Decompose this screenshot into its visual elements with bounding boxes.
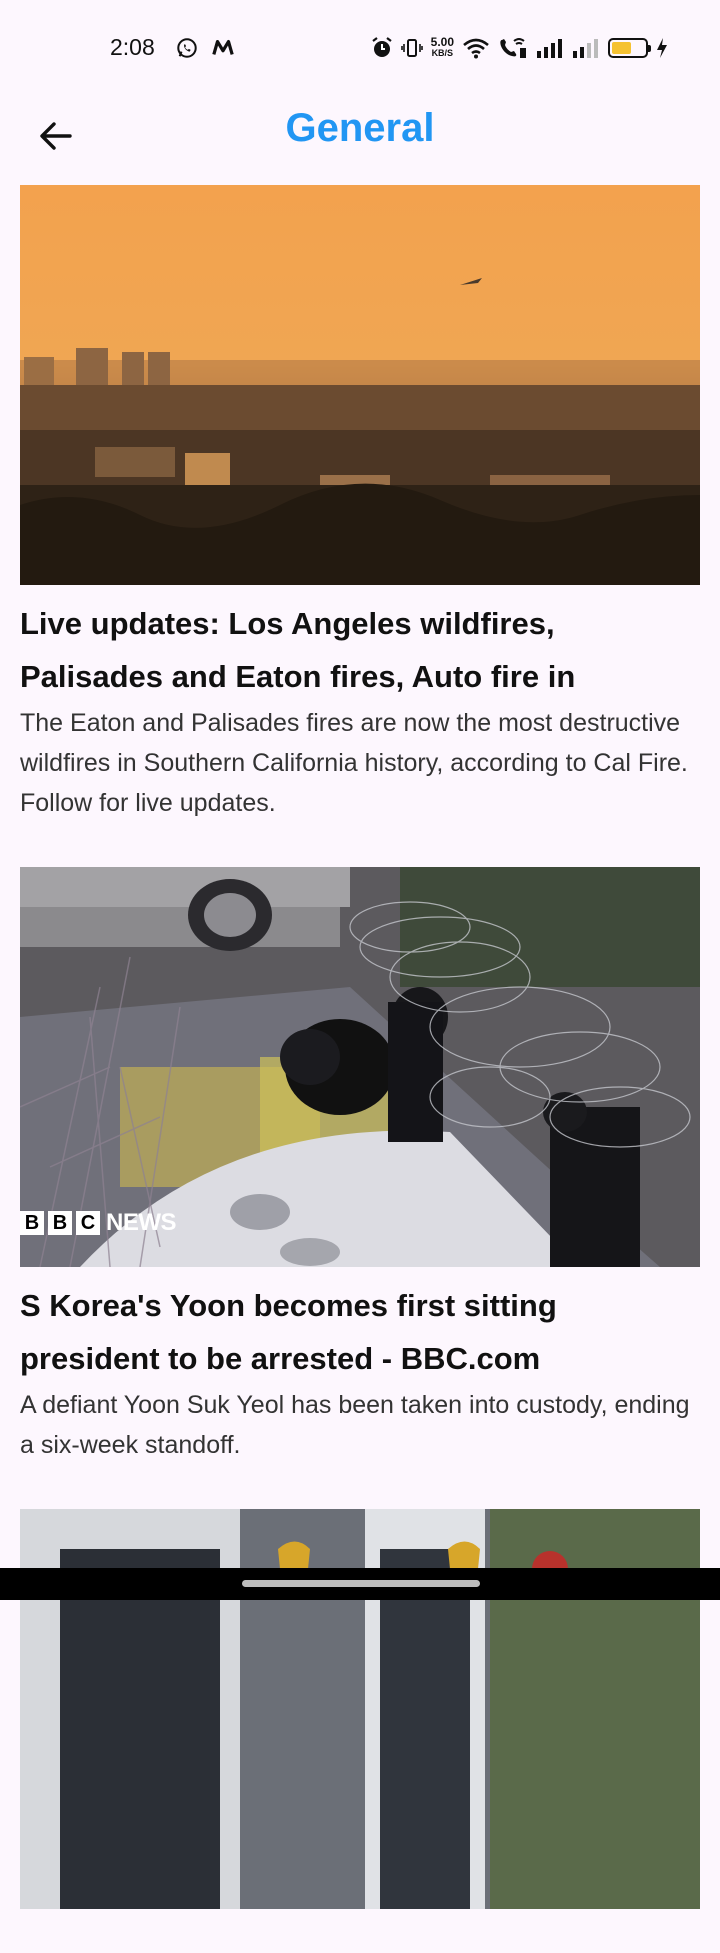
bbc-logo-letter: C	[76, 1211, 100, 1235]
news-title[interactable]: Live updates: Los Angeles wildfires, Pal…	[20, 597, 700, 703]
status-bar: 2:08 5.00 KB/S	[0, 0, 720, 96]
news-description: A defiant Yoon Suk Yeol has been taken i…	[20, 1391, 690, 1459]
news-description: The Eaton and Palisades fires are now th…	[20, 709, 688, 817]
news-feed[interactable]: Live updates: Los Angeles wildfires, Pal…	[20, 185, 700, 1953]
wifi-icon	[463, 38, 489, 59]
whatsapp-icon	[177, 38, 197, 58]
news-image	[20, 185, 700, 585]
battery-icon	[608, 38, 651, 58]
news-card[interactable]: B B C NEWS S Korea's Yoon becomes first …	[20, 867, 700, 1465]
bbc-news-logo: B B C NEWS	[20, 1209, 177, 1237]
wifi-calling-icon	[500, 38, 526, 58]
home-gesture-handle[interactable]	[242, 1580, 480, 1587]
status-time: 2:08	[110, 34, 155, 60]
network-speed: 5.00 KB/S	[430, 35, 454, 59]
signal-strength-2-icon	[573, 39, 598, 58]
battery-level	[612, 42, 631, 54]
m-app-icon	[212, 39, 234, 55]
bbc-logo-letter: B	[48, 1211, 72, 1235]
navigation-bar	[0, 1568, 720, 1600]
page-title: General	[285, 106, 435, 150]
app-bar: General	[0, 96, 720, 186]
network-speed-value: 5.00	[430, 35, 454, 49]
network-speed-unit: KB/S	[431, 48, 454, 58]
signal-strength-icon	[537, 39, 562, 58]
news-card[interactable]: Live updates: Los Angeles wildfires, Pal…	[20, 185, 700, 823]
alarm-icon	[371, 37, 392, 57]
news-title[interactable]: S Korea's Yoon becomes first sitting pre…	[20, 1279, 700, 1385]
vibrate-icon	[400, 39, 423, 57]
bbc-logo-letter: B	[20, 1211, 44, 1235]
news-image: B B C NEWS	[20, 867, 700, 1267]
status-icons: 5.00 KB/S	[371, 34, 668, 62]
charging-icon	[657, 38, 667, 58]
bbc-logo-news: NEWS	[106, 1209, 177, 1236]
